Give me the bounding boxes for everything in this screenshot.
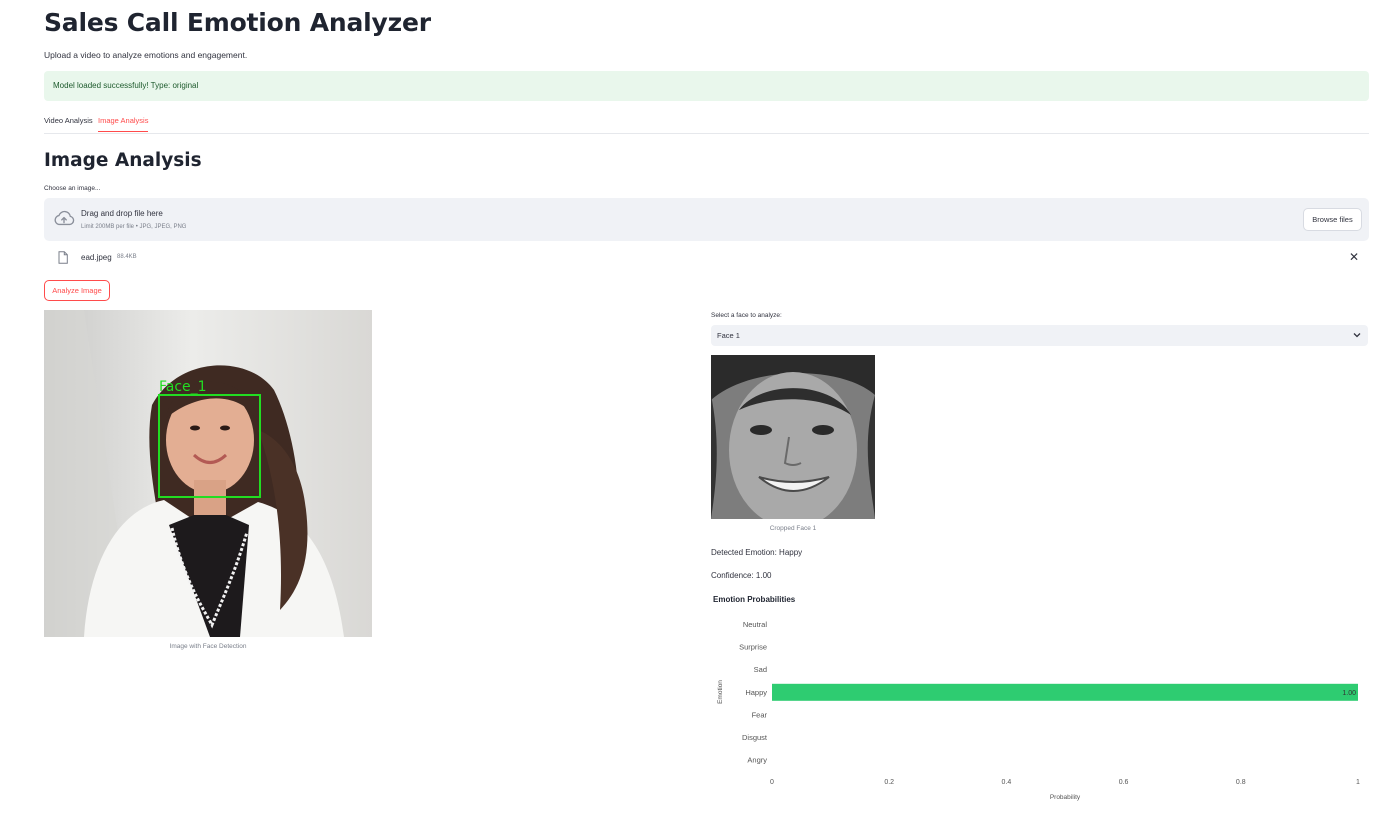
x-tick-label: 0.4 [1002, 779, 1012, 786]
confidence-value: Confidence: 1.00 [711, 571, 772, 580]
y-tick-label: Fear [752, 710, 768, 719]
browse-files-button[interactable]: Browse files [1303, 208, 1362, 231]
chevron-down-icon [1353, 333, 1361, 338]
file-name: ead.jpeg [81, 253, 112, 262]
alert-text: Model loaded successfully! Type: origina… [53, 81, 199, 90]
app-title: Sales Call Emotion Analyzer [44, 8, 431, 37]
y-tick-label: Neutral [743, 620, 768, 629]
x-tick-label: 0 [770, 779, 774, 786]
tab-video-analysis[interactable]: Video Analysis [44, 116, 93, 131]
x-tick-label: 1 [1356, 779, 1360, 786]
section-title: Image Analysis [44, 150, 202, 171]
dropzone-limit: Limit 200MB per file • JPG, JPEG, PNG [81, 224, 187, 230]
face-select-value: Face 1 [717, 331, 740, 340]
cloud-upload-icon [54, 210, 75, 226]
x-tick-label: 0.6 [1119, 779, 1129, 786]
success-alert: Model loaded successfully! Type: origina… [44, 71, 1369, 101]
y-tick-label: Sad [754, 665, 767, 674]
app-subtitle: Upload a video to analyze emotions and e… [44, 50, 248, 60]
file-icon [58, 251, 68, 264]
x-tick-label: 0.8 [1236, 779, 1246, 786]
y-tick-label: Surprise [739, 643, 767, 652]
x-tick-label: 0.2 [884, 779, 894, 786]
y-axis-label: Emotion [717, 680, 724, 704]
file-size: 88.4KB [117, 254, 137, 260]
chart-title: Emotion Probabilities [713, 595, 796, 604]
face-detection-image: Face_1 [44, 310, 372, 637]
y-tick-label: Happy [745, 688, 767, 697]
x-axis-label: Probability [1050, 794, 1081, 801]
bar-data-label: 1.00 [1342, 690, 1356, 697]
close-icon[interactable]: ✕ [1349, 251, 1359, 263]
emotion-probabilities-chart: Emotion Probabilities Emotion Probability N… [713, 595, 1360, 801]
face-select-label: Select a face to analyze: [711, 312, 782, 319]
analyze-image-button[interactable]: Analyze Image [44, 280, 110, 301]
file-dropzone[interactable]: Drag and drop file here Limit 200MB per … [44, 198, 1369, 241]
y-tick-label: Disgust [742, 733, 768, 742]
cropped-face-image [711, 355, 875, 519]
tab-bar: Video Analysis Image Analysis [44, 113, 1369, 134]
y-tick-label: Angry [747, 756, 767, 765]
detected-emotion: Detected Emotion: Happy [711, 548, 803, 557]
face-select[interactable]: Face 1 [711, 325, 1368, 346]
dropzone-title: Drag and drop file here [81, 209, 163, 218]
bar-happy [772, 683, 1358, 701]
cropped-face-caption: Cropped Face 1 [769, 525, 817, 532]
image-caption: Image with Face Detection [169, 643, 247, 650]
tab-image-analysis[interactable]: Image Analysis [98, 116, 149, 132]
uploader-label: Choose an image... [44, 185, 101, 192]
face-label: Face_1 [159, 379, 207, 395]
